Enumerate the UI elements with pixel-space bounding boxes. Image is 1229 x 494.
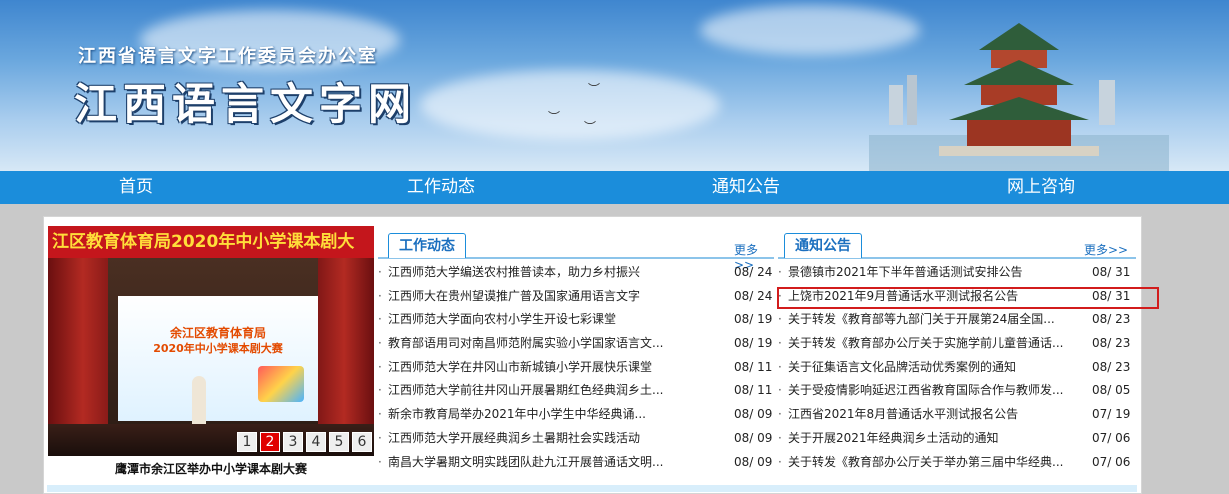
- list-item: · 关于转发《教育部办公厅关于举办第三届中华经典... 07/ 06: [778, 451, 1136, 475]
- list-item: · 江西师大在贵州望谟推广普及国家通用语言文字 08/ 24: [378, 285, 774, 309]
- notice-title-link[interactable]: 关于受疫情影响延迟江西省教育国际合作与教师发...: [788, 379, 1063, 403]
- notice-title-link[interactable]: 江西省2021年8月普通话水平测试报名公告: [788, 403, 1018, 427]
- books-graphic-icon: [258, 366, 304, 402]
- list-item: · 江西师范大学前往井冈山开展暑期红色经典润乡土... 08/ 11: [378, 379, 774, 403]
- list-item: · 关于转发《教育部等九部门关于开展第24届全国... 08/ 23: [778, 308, 1136, 332]
- slide-pager: 1 2 3 4 5 6: [237, 432, 372, 452]
- list-item: · 关于转发《教育部办公厅关于实施学前儿童普通话... 08/ 23: [778, 332, 1136, 356]
- notice-date: 07/ 06: [1092, 430, 1131, 445]
- slide-page-5[interactable]: 5: [329, 432, 349, 452]
- news-title-link[interactable]: 江西师范大学在井冈山市新城镇小学开展快乐课堂: [388, 356, 652, 380]
- notice-date: 07/ 19: [1092, 407, 1131, 422]
- photo-slideshow[interactable]: 江区教育体育局2020年中小学课本剧大 余江区教育体育局 2020年中小学课本剧…: [48, 226, 374, 456]
- news-title-link[interactable]: 江西师范大学面向农村小学生开设七彩课堂: [388, 308, 616, 332]
- news-date: 08/ 19: [734, 312, 773, 327]
- list-item: · 教育部语用司对南昌师范附属实验小学国家语言文... 08/ 19: [378, 332, 774, 356]
- nav-notices[interactable]: 通知公告: [610, 171, 882, 204]
- pavilion-illustration: [869, 23, 1169, 171]
- nav-work-news[interactable]: 工作动态: [272, 171, 610, 204]
- news-date: 08/ 11: [734, 383, 773, 398]
- list-item: · 关于受疫情影响延迟江西省教育国际合作与教师发... 08/ 05: [778, 379, 1136, 403]
- list-item: · 景德镇市2021年下半年普通话测试安排公告 08/ 31: [778, 261, 1136, 285]
- notice-date: 08/ 05: [1092, 383, 1131, 398]
- list-item: · 江西省2021年8月普通话水平测试报名公告 07/ 19: [778, 403, 1136, 427]
- news-title-link[interactable]: 江西师大在贵州望谟推广普及国家通用语言文字: [388, 285, 640, 309]
- work-news-list: · 江西师范大学编送农村推普读本，助力乡村振兴 08/ 24 · 江西师大在贵州望谟推…: [378, 261, 774, 474]
- notice-title-link[interactable]: 关于转发《教育部办公厅关于举办第三届中华经典...: [788, 451, 1063, 475]
- screen-subtitle: 2020年中小学课本剧大赛: [153, 342, 283, 355]
- news-date: 08/ 09: [734, 430, 773, 445]
- news-title-link[interactable]: 教育部语用司对南昌师范附属实验小学国家语言文...: [388, 332, 663, 356]
- news-date: 08/ 24: [734, 288, 773, 303]
- notice-date: 08/ 23: [1092, 359, 1131, 374]
- banner-title: 江西语言文字网: [74, 80, 417, 130]
- notice-date: 08/ 31: [1092, 265, 1131, 279]
- news-title-link[interactable]: 江西师范大学前往井冈山开展暑期红色经典润乡土...: [388, 379, 663, 403]
- notice-title-link[interactable]: 景德镇市2021年下半年普通话测试安排公告: [788, 261, 1023, 285]
- notices-more-link[interactable]: 更多>>: [1084, 241, 1128, 258]
- banner-subtitle: 江西省语言文字工作委员会办公室: [78, 46, 378, 67]
- notice-title-link[interactable]: 关于开展2021年经典润乡土活动的通知: [788, 427, 999, 451]
- list-item: · 关于开展2021年经典润乡土活动的通知 07/ 06: [778, 427, 1136, 451]
- slide-page-4[interactable]: 4: [306, 432, 326, 452]
- news-date: 08/ 19: [734, 336, 773, 351]
- list-item: · 江西师范大学在井冈山市新城镇小学开展快乐课堂 08/ 11: [378, 356, 774, 380]
- bottom-strip: [47, 485, 1137, 492]
- notice-title-link[interactable]: 关于转发《教育部办公厅关于实施学前儿童普通话...: [788, 332, 1063, 356]
- news-date: 08/ 24: [734, 265, 773, 279]
- main-nav: 首页 工作动态 通知公告 网上咨询: [0, 171, 1229, 204]
- news-title-link[interactable]: 南昌大学暑期文明实践团队赴九江开展普通话文明...: [388, 451, 663, 475]
- news-title-link[interactable]: 江西师范大学开展经典润乡土暑期社会实践活动: [388, 427, 640, 451]
- slide-caption[interactable]: 鹰潭市余江区举办中小学课本剧大赛: [48, 460, 374, 477]
- bird-icon: ︶: [584, 120, 597, 134]
- news-date: 08/ 09: [734, 454, 773, 469]
- bird-icon: ︶: [588, 82, 601, 96]
- notices-tab[interactable]: 通知公告: [784, 233, 862, 258]
- list-item: · 江西师范大学面向农村小学生开设七彩课堂 08/ 19: [378, 308, 774, 332]
- content-box: 江区教育体育局2020年中小学课本剧大 余江区教育体育局 2020年中小学课本剧…: [43, 216, 1159, 494]
- news-title-link[interactable]: 新余市教育局举办2021年中小学生中华经典诵...: [388, 403, 646, 427]
- slide-page-3[interactable]: 3: [283, 432, 303, 452]
- news-date: 08/ 11: [734, 359, 773, 374]
- notice-date: 08/ 23: [1092, 336, 1131, 351]
- notice-date: 07/ 06: [1092, 454, 1131, 469]
- slide-banner-text: 江区教育体育局2020年中小学课本剧大: [48, 226, 374, 258]
- news-date: 08/ 09: [734, 407, 773, 422]
- notice-title-link[interactable]: 关于转发《教育部等九部门关于开展第24届全国...: [788, 308, 1055, 332]
- nav-online-consult[interactable]: 网上咨询: [882, 171, 1200, 204]
- notice-title-link[interactable]: 关于征集语言文化品牌活动优秀案例的通知: [788, 356, 1016, 380]
- bird-icon: ︶: [548, 110, 561, 124]
- list-item: · 南昌大学暑期文明实践团队赴九江开展普通话文明... 08/ 09: [378, 451, 774, 475]
- nav-home[interactable]: 首页: [0, 171, 272, 204]
- notice-date: 08/ 23: [1092, 312, 1131, 327]
- site-banner: 江西省语言文字工作委员会办公室 江西语言文字网 ︶ ︶ ︶: [0, 0, 1229, 171]
- list-item: · 新余市教育局举办2021年中小学生中华经典诵... 08/ 09: [378, 403, 774, 427]
- work-news-tab[interactable]: 工作动态: [388, 233, 466, 258]
- highlight-box: [777, 287, 1159, 309]
- slide-page-1[interactable]: 1: [237, 432, 257, 452]
- cloud-decoration: [420, 70, 720, 140]
- list-item: · 关于征集语言文化品牌活动优秀案例的通知 08/ 23: [778, 356, 1136, 380]
- list-item: · 江西师范大学编送农村推普读本，助力乡村振兴 08/ 24: [378, 261, 774, 285]
- news-title-link[interactable]: 江西师范大学编送农村推普读本，助力乡村振兴: [388, 261, 640, 285]
- list-item: · 江西师范大学开展经典润乡土暑期社会实践活动 08/ 09: [378, 427, 774, 451]
- stage-screen: 余江区教育体育局 2020年中小学课本剧大赛: [118, 296, 318, 421]
- screen-title: 余江区教育体育局: [169, 326, 266, 340]
- slide-page-6[interactable]: 6: [352, 432, 372, 452]
- slide-page-2[interactable]: 2: [260, 432, 280, 452]
